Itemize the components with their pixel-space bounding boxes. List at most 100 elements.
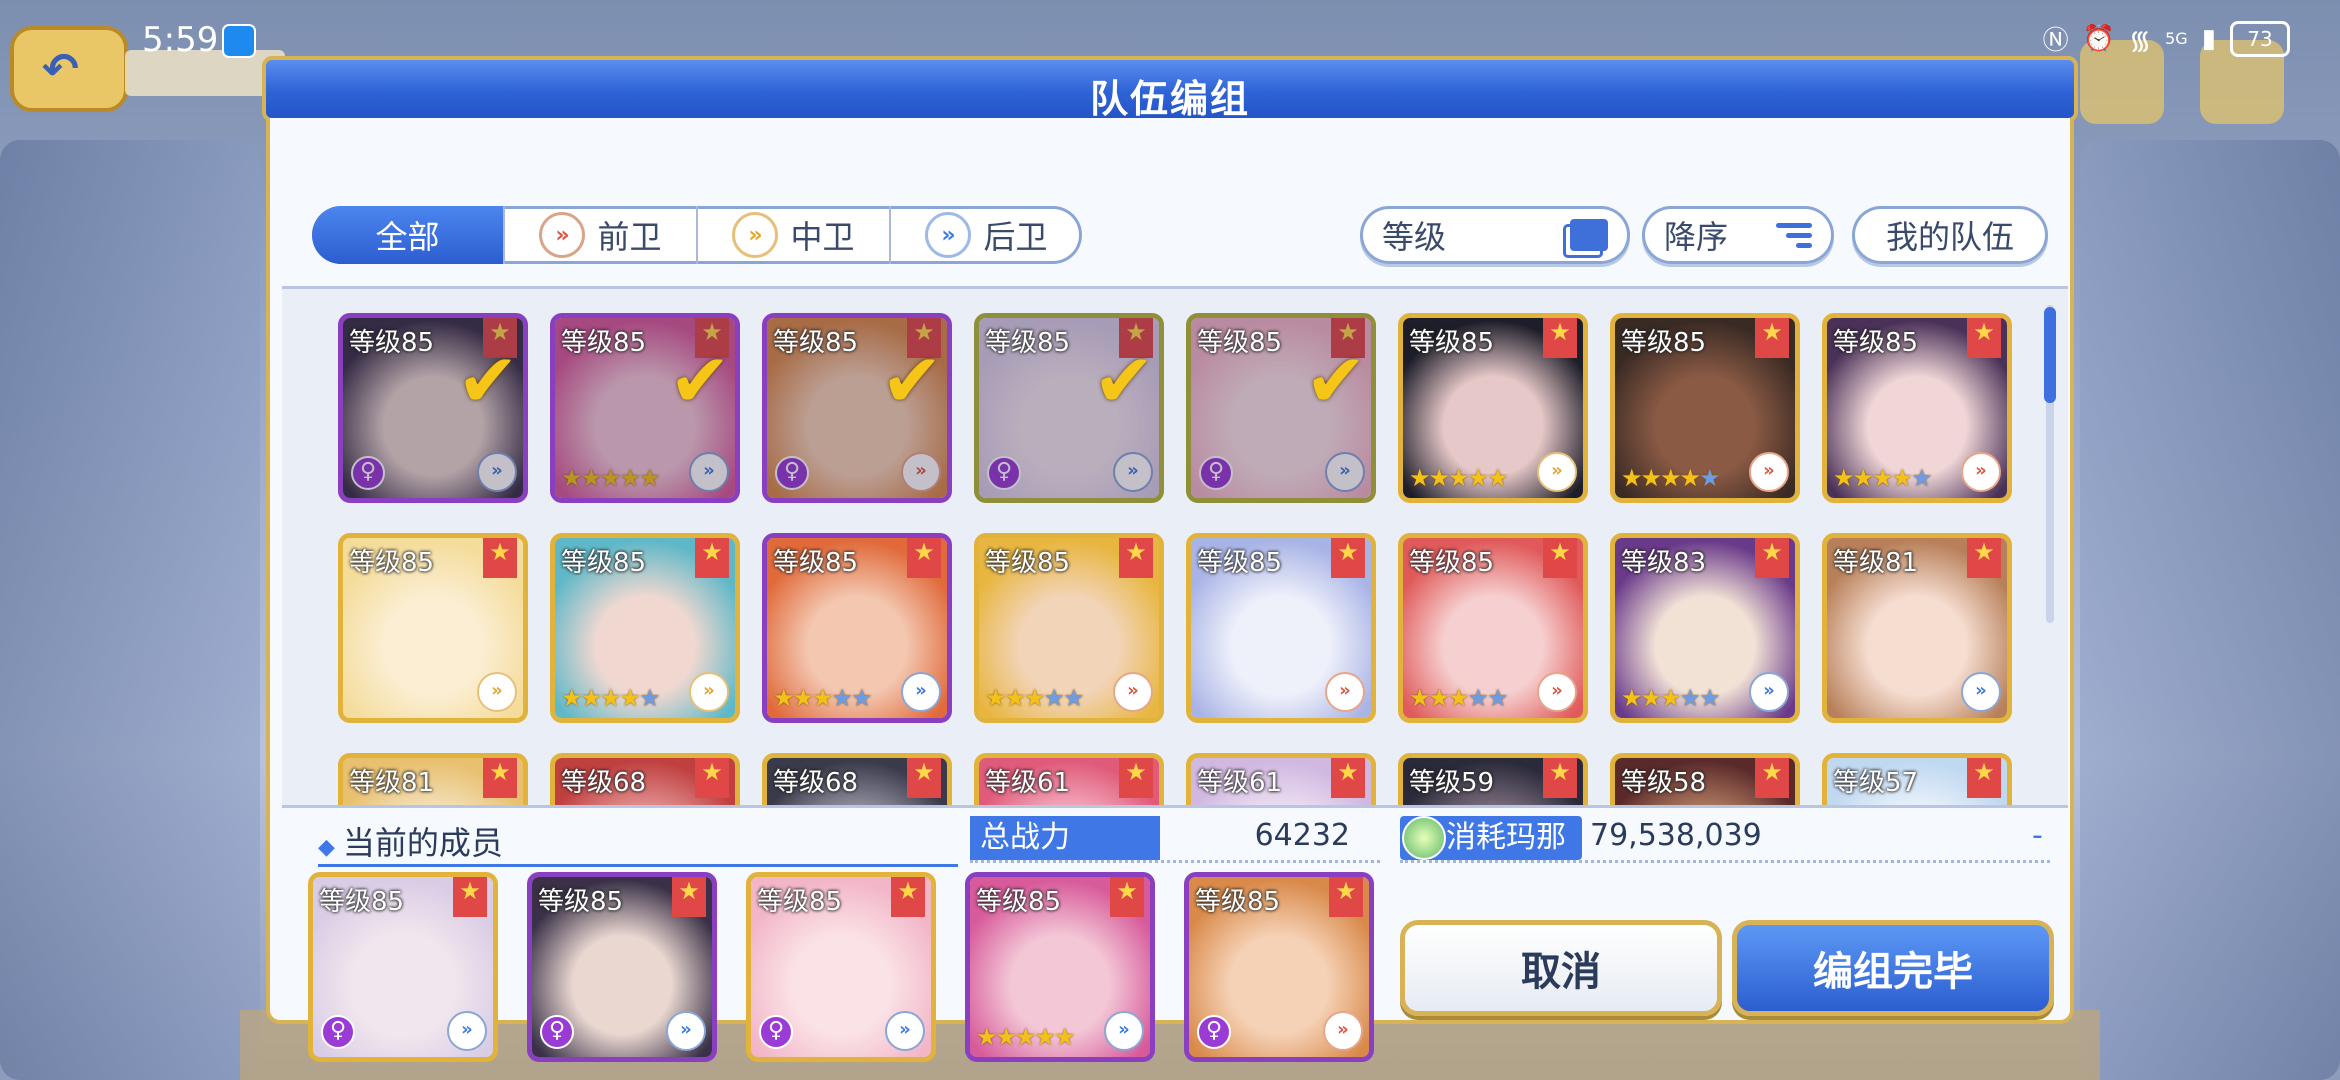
roster-character-card[interactable]: 等级61★»	[1186, 753, 1376, 805]
character-level: 等级85	[1409, 548, 1495, 578]
finish-formation-button[interactable]: 编组完毕	[1732, 920, 2054, 1016]
dialog-title: 队伍编组	[1089, 77, 1250, 121]
roster-character-card[interactable]: 等级85 ★ ♀» ✔	[974, 313, 1164, 503]
tab-back-label: 后卫	[983, 218, 1048, 256]
roster-character-card[interactable]: 等级81★»	[1822, 533, 2012, 723]
roster-character-card[interactable]: 等级58★»	[1610, 753, 1800, 805]
character-roster[interactable]: 等级85 ★ ♀» ✔ 等级85 ★ ★★★★★» ✔ 等级85 ★ ♀» ✔ 等级85 ★ ♀» ✔ 等级85…	[282, 286, 2068, 808]
roster-character-card[interactable]: 等级59★»	[1398, 753, 1588, 805]
roster-character-card[interactable]: 等级85 ★ ★★★★★»	[1822, 313, 2012, 503]
star-rating: ★★★★★	[1621, 464, 1721, 492]
mana-cost-value: 79,538,039	[1590, 818, 1762, 853]
wifi-icon: ᯾	[2128, 25, 2152, 56]
current-member-card[interactable]: 等级85 ★ ♀ »	[1184, 872, 1374, 1062]
my-team-label: 我的队伍	[1885, 218, 2014, 256]
roster-character-card[interactable]: 等级85 ★ ★★★★★»	[762, 533, 952, 723]
character-level: 等级85	[757, 887, 843, 917]
character-level: 等级85	[561, 548, 647, 578]
roster-character-card[interactable]: 等级68★»	[762, 753, 952, 805]
roster-character-card[interactable]: 等级85 ★ »	[338, 533, 528, 723]
unique-equipment-icon: ♀	[540, 1015, 574, 1049]
rank-flag-icon: ★	[891, 877, 925, 917]
character-level: 等级85	[1409, 328, 1495, 358]
roster-character-card[interactable]: 等级57★»	[1822, 753, 2012, 805]
character-level: 等级85	[773, 328, 859, 358]
rank-flag-icon: ★	[1967, 318, 2001, 358]
character-level: 等级83	[1621, 548, 1707, 578]
tab-all[interactable]: 全部	[312, 206, 505, 264]
star-rating: ★★★★★	[1833, 464, 1933, 492]
roster-character-card[interactable]: 等级85 ★ ★★★★★»	[974, 533, 1164, 723]
tab-front[interactable]: » 前卫	[505, 206, 698, 264]
character-level: 等级58	[1621, 768, 1707, 798]
roster-character-card[interactable]: 等级83 ★ ★★★★★»	[1610, 533, 1800, 723]
roster-scrollbar-thumb[interactable]	[2044, 307, 2056, 403]
character-level: 等级81	[349, 768, 435, 798]
power-divider	[970, 860, 1380, 863]
character-level: 等级85	[985, 548, 1071, 578]
network-type: 5G	[2165, 29, 2188, 48]
rank-flag-icon: ★	[1755, 758, 1789, 798]
front-position-icon: »	[901, 452, 941, 492]
mana-icon	[1402, 816, 1446, 860]
star-rating: ★★★★★	[976, 1023, 1076, 1051]
mid-position-icon: »	[689, 672, 729, 712]
current-member-card[interactable]: 等级85 ★ ★★★★★»	[965, 872, 1155, 1062]
roster-character-card[interactable]: 等级85 ★ ★★★★★»	[1398, 533, 1588, 723]
background-right	[2080, 140, 2340, 1080]
character-level: 等级68	[773, 768, 859, 798]
character-level: 等级85	[349, 548, 435, 578]
front-position-icon: »	[539, 212, 586, 258]
total-power-value: 64232	[1254, 818, 1350, 853]
selected-check-icon: ✔	[456, 338, 519, 424]
roster-character-card[interactable]: 等级85 ★ ♀» ✔	[338, 313, 528, 503]
rank-flag-icon: ★	[1331, 758, 1365, 798]
front-position-icon: »	[1113, 672, 1153, 712]
rank-flag-icon: ★	[695, 538, 729, 578]
tab-back[interactable]: » 后卫	[891, 206, 1082, 264]
back-position-icon: »	[885, 1011, 925, 1051]
back-position-icon: »	[925, 212, 972, 258]
roster-character-card[interactable]: 等级81★»	[338, 753, 528, 805]
sort-order-label: 降序	[1664, 218, 1729, 256]
front-position-icon: »	[1961, 452, 2001, 492]
roster-character-card[interactable]: 等级85 ★ ♀» ✔	[1186, 313, 1376, 503]
rank-flag-icon: ★	[1967, 758, 2001, 798]
unique-equipment-icon: ♀	[987, 456, 1021, 490]
front-position-icon: »	[1749, 452, 1789, 492]
character-level: 等级85	[1197, 328, 1283, 358]
roster-character-card[interactable]: 等级85 ★ ★★★★★»	[550, 533, 740, 723]
back-position-icon: »	[689, 452, 729, 492]
sort-by-level-button[interactable]: 等级	[1360, 206, 1630, 264]
rank-flag-icon: ★	[1331, 538, 1365, 578]
roster-character-card[interactable]: 等级68★»	[550, 753, 740, 805]
tab-mid[interactable]: » 中卫	[698, 206, 891, 264]
roster-character-card[interactable]: 等级85 ★ ♀» ✔	[762, 313, 952, 503]
current-member-card[interactable]: 等级85 ★ ♀ »	[746, 872, 936, 1062]
current-member-card[interactable]: 等级85 ★ ♀ »	[527, 872, 717, 1062]
roster-character-card[interactable]: 等级61★»	[974, 753, 1164, 805]
my-team-button[interactable]: 我的队伍	[1852, 206, 2048, 264]
roster-character-card[interactable]: 等级85 ★ »	[1186, 533, 1376, 723]
rank-flag-icon: ★	[672, 877, 706, 917]
rank-flag-icon: ★	[1755, 538, 1789, 578]
star-rating: ★★★★★	[561, 464, 661, 492]
star-rating: ★★★★★	[1621, 684, 1721, 712]
roster-character-card[interactable]: 等级85 ★ ★★★★★» ✔	[550, 313, 740, 503]
cancel-button[interactable]: 取消	[1400, 920, 1722, 1016]
current-member-card[interactable]: 等级85 ★ ♀ »	[308, 872, 498, 1062]
back-position-icon: »	[1749, 672, 1789, 712]
star-rating: ★★★★★	[773, 684, 873, 712]
character-level: 等级85	[1195, 887, 1281, 917]
roster-character-card[interactable]: 等级85 ★ ★★★★★»	[1398, 313, 1588, 503]
sort-order-button[interactable]: 降序	[1642, 206, 1834, 264]
star-rating: ★★★★★	[1409, 464, 1509, 492]
rank-flag-icon: ★	[1119, 538, 1153, 578]
nfc-icon: Ⓝ	[2042, 26, 2069, 56]
alarm-icon: ⏰	[2082, 23, 2115, 54]
roster-character-card[interactable]: 等级85 ★ ★★★★★»	[1610, 313, 1800, 503]
current-members-underline	[318, 864, 958, 867]
tab-all-label: 全部	[375, 218, 440, 256]
star-rating: ★★★★★	[985, 684, 1085, 712]
back-position-icon: »	[1325, 452, 1365, 492]
